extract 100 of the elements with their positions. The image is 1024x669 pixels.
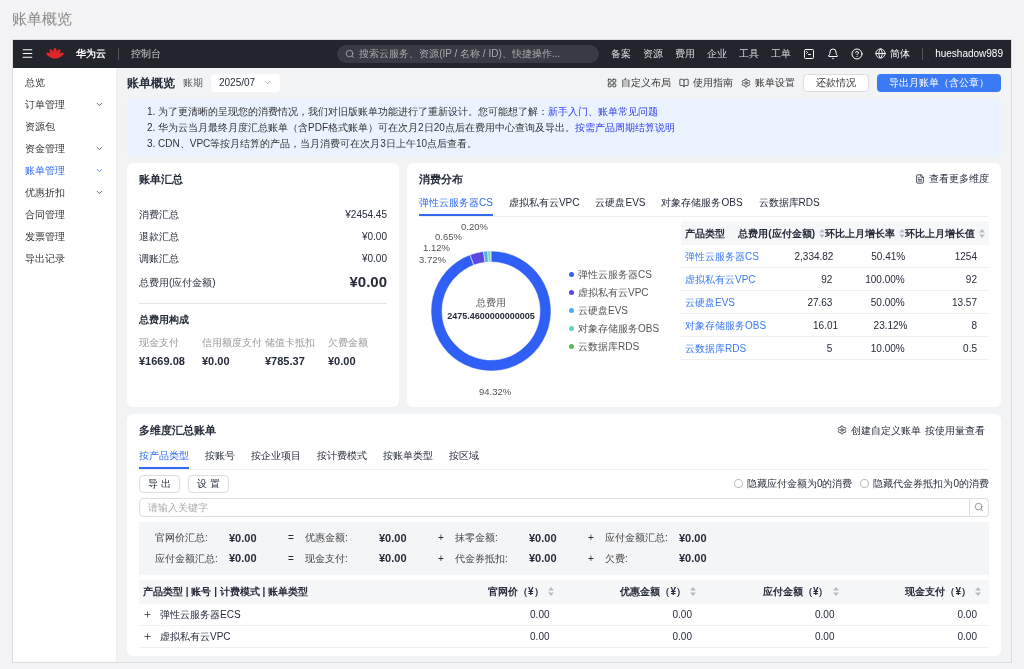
bell-icon[interactable] <box>827 47 840 60</box>
sort-icon[interactable] <box>899 228 905 238</box>
table-cell-text: 27.63 <box>806 295 834 310</box>
notice-text: 1. 为了更清晰的呈现您的消费情况，我们对旧版账单功能进行了重新设计。您可能想了解： <box>147 104 549 119</box>
summary-label: 退款汇总 <box>139 229 179 244</box>
card-action-link[interactable]: 按使用量查看 <box>925 422 985 438</box>
table-cell-text: 16.01 <box>812 318 840 333</box>
sort-icon[interactable] <box>690 587 696 596</box>
checkbox-label: 隐藏代金券抵扣为0的消费 <box>873 477 989 491</box>
summary-value: ¥0.00 <box>361 229 387 244</box>
toolbar-link[interactable]: 使用指南 <box>679 75 733 90</box>
formula-label: 优惠金额: <box>305 531 349 546</box>
chart-tab[interactable]: 虚拟私有云VPC <box>508 191 580 216</box>
console-link[interactable]: 控制台 <box>131 46 161 61</box>
card-title: 消费分布 <box>419 171 463 187</box>
composition-label: 信用额度支付 <box>202 336 261 350</box>
sidebar-item[interactable]: 资源包 <box>13 115 116 138</box>
tool-button[interactable]: 导 出 <box>139 474 180 493</box>
more-dimensions-link[interactable]: 查看更多维度 <box>915 171 989 187</box>
table-cell-text: 0.00 <box>814 629 836 644</box>
table-cell-text: 0.00 <box>529 607 551 622</box>
notice-text: 3. CDN、VPC等按月结算的产品，当月消费可在次月3日上午10点后查看。 <box>147 136 478 151</box>
sidebar-item[interactable]: 总览 <box>13 71 116 94</box>
operator-sign: = <box>287 531 295 546</box>
nav-link[interactable]: 工单 <box>771 46 792 61</box>
nav-link[interactable]: 备案 <box>611 46 632 61</box>
table-cell-text: 0.00 <box>956 607 978 622</box>
period-select[interactable]: 2025/07 <box>211 73 281 92</box>
action-button[interactable]: 还款情况 <box>803 73 869 92</box>
column-header: 环比上月增长值 <box>905 226 975 241</box>
table-cell-text: 5 <box>825 341 834 356</box>
formula-label: 代金券抵扣: <box>455 551 509 566</box>
card-title: 账单汇总 <box>139 171 184 187</box>
language-menu[interactable]: 简体 <box>875 46 911 61</box>
legend-label: 弹性云服务器CS <box>578 267 652 282</box>
composition-label: 现金支付 <box>139 336 180 350</box>
chart-tab[interactable]: 弹性云服务器CS <box>419 191 493 216</box>
notice-link[interactable]: 按需产品周期结算说明 <box>574 119 675 135</box>
dimension-tab[interactable]: 按产品类型 <box>139 443 189 469</box>
product-link[interactable]: 云数据库RDS <box>685 340 758 356</box>
product-link[interactable]: 弹性云服务器CS <box>685 248 759 264</box>
keyword-search-field[interactable]: 请输入关键字 <box>139 497 970 517</box>
table-cell-text: 100.00% <box>864 272 906 287</box>
nav-link[interactable]: 资源 <box>643 46 664 61</box>
search-button[interactable] <box>970 497 989 517</box>
dimension-tab[interactable]: 按账号 <box>205 443 235 469</box>
dimension-tab[interactable]: 按账单类型 <box>383 443 433 469</box>
book-icon <box>679 77 689 88</box>
dimension-tab[interactable]: 按计费模式 <box>317 443 367 469</box>
card-action-link[interactable]: 创建自定义账单 <box>851 422 921 438</box>
terminal-icon[interactable] <box>803 47 816 60</box>
percent-label: 94.32% <box>479 386 512 397</box>
dimension-tab[interactable]: 按区域 <box>449 443 479 469</box>
menu-icon[interactable] <box>21 47 34 60</box>
sidebar-item[interactable]: 账单管理 <box>13 159 116 182</box>
flower-logo-icon <box>46 46 64 61</box>
sort-icon[interactable] <box>547 587 554 596</box>
user-name[interactable]: hueshadow989 <box>935 46 1003 61</box>
sort-icon[interactable] <box>832 587 839 596</box>
sidebar-item[interactable]: 导出记录 <box>13 247 116 270</box>
help-icon[interactable] <box>851 47 864 60</box>
sidebar-item[interactable]: 优惠折扣 <box>13 181 116 204</box>
sidebar-item[interactable]: 发票管理 <box>13 225 116 248</box>
action-button[interactable]: 导出月账单（含公章） <box>877 73 1001 92</box>
sidebar-item[interactable]: 合同管理 <box>13 203 116 226</box>
checkbox-label: 隐藏应付金额为0的消费 <box>746 477 853 491</box>
column-header: 应付金额（¥） <box>762 585 829 599</box>
chart-tab[interactable]: 对象存储服务OBS <box>661 191 743 216</box>
toolbar-link[interactable]: 自定义布局 <box>607 75 671 90</box>
summary-value: ¥2454.45 <box>345 207 387 222</box>
product-name: 弹性云服务器ECS <box>160 607 241 622</box>
dimension-tab[interactable]: 按企业项目 <box>251 443 301 469</box>
composition-label: 欠费金额 <box>328 336 369 350</box>
formula-value: ¥0.00 <box>229 530 258 546</box>
nav-link[interactable]: 企业 <box>707 46 728 61</box>
nav-link[interactable]: 工具 <box>739 46 760 61</box>
sort-icon[interactable] <box>979 228 985 238</box>
toolbar-link[interactable]: 账单设置 <box>741 75 795 90</box>
sort-icon[interactable] <box>975 587 981 596</box>
chart-tab[interactable]: 云数据库RDS <box>758 191 820 216</box>
search-field[interactable]: 搜索云服务、资源(IP / 名称 / ID)、快捷操作... <box>337 44 600 63</box>
sidebar-item[interactable]: 资金管理 <box>13 137 116 160</box>
checkbox[interactable] <box>860 479 870 488</box>
product-link[interactable]: 云硬盘EVS <box>685 294 758 310</box>
formula-value: ¥0.00 <box>229 551 258 566</box>
expand-icon[interactable] <box>143 631 152 641</box>
chart-tab[interactable]: 云硬盘EVS <box>595 191 646 216</box>
expand-icon[interactable] <box>143 609 152 619</box>
product-link[interactable]: 虚拟私有云VPC <box>685 271 758 287</box>
sidebar-item[interactable]: 订单管理 <box>13 93 116 116</box>
notice-link[interactable]: 新手入门、账单常见问题 <box>548 103 659 119</box>
tool-button[interactable]: 设 置 <box>187 474 229 493</box>
settings-icon <box>741 77 751 88</box>
product-link[interactable]: 对象存储服务OBS <box>685 317 767 333</box>
legend-label: 虚拟私有云VPC <box>578 285 649 300</box>
nav-link[interactable]: 费用 <box>675 46 696 61</box>
sort-icon[interactable] <box>819 228 825 238</box>
percent-label: 0.65% <box>435 231 462 242</box>
formula-value: ¥0.00 <box>379 551 408 566</box>
checkbox[interactable] <box>733 479 743 488</box>
